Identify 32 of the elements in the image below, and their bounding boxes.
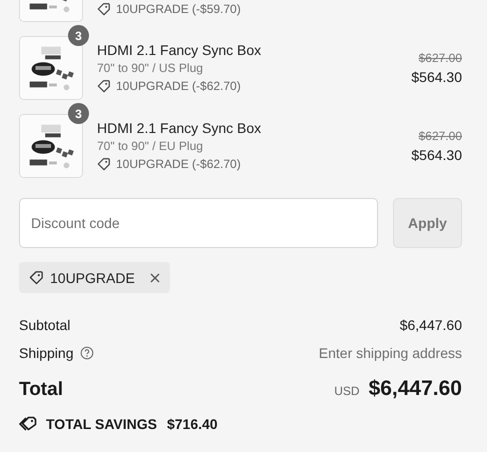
quantity-badge: 3 — [68, 25, 89, 46]
tag-icon — [97, 157, 111, 171]
currency-code: USD — [334, 384, 360, 398]
price: $564.30 — [411, 146, 462, 165]
variant-text: 70" to 90" / US Plug — [97, 60, 204, 77]
total-label: Total — [19, 379, 63, 401]
code-text: 10UPGRADE — [50, 270, 135, 286]
help-icon[interactable] — [80, 346, 94, 360]
remove-icon[interactable] — [148, 272, 161, 284]
price: $564.30 — [411, 68, 462, 87]
summary-value: Enter shipping address — [318, 345, 462, 361]
product-title: HDMI 2.1 Fancy Sync Box — [97, 119, 262, 137]
discount-code-field[interactable]: Discount code — [19, 198, 378, 248]
variant-text: 70" to 90" / EU Plug — [97, 138, 204, 155]
original-price: $627.00 — [418, 50, 462, 67]
summary-value: $6,447.60 — [400, 317, 462, 333]
apply-button[interactable]: Apply — [393, 198, 462, 248]
savings-amount: $716.40 — [166, 416, 218, 432]
savings-label: TOTAL SAVINGS — [46, 416, 157, 432]
tags-icon — [19, 416, 37, 432]
tag-icon — [97, 2, 111, 16]
quantity-badge: 3 — [68, 103, 89, 124]
total-amount: $6,447.60 — [368, 377, 462, 401]
summary-label: Shipping — [19, 345, 74, 361]
discount-text: 10UPGRADE (-$62.70) — [116, 78, 241, 95]
discount-text: 10UPGRADE (-$59.70) — [116, 1, 241, 18]
summary-label: Subtotal — [19, 317, 70, 333]
tag-icon — [29, 270, 44, 285]
product-title: HDMI 2.1 Fancy Sync Box — [97, 41, 262, 59]
discount-text: 10UPGRADE (-$62.70) — [116, 156, 241, 173]
original-price: $627.00 — [418, 128, 462, 145]
tag-icon — [97, 79, 111, 93]
